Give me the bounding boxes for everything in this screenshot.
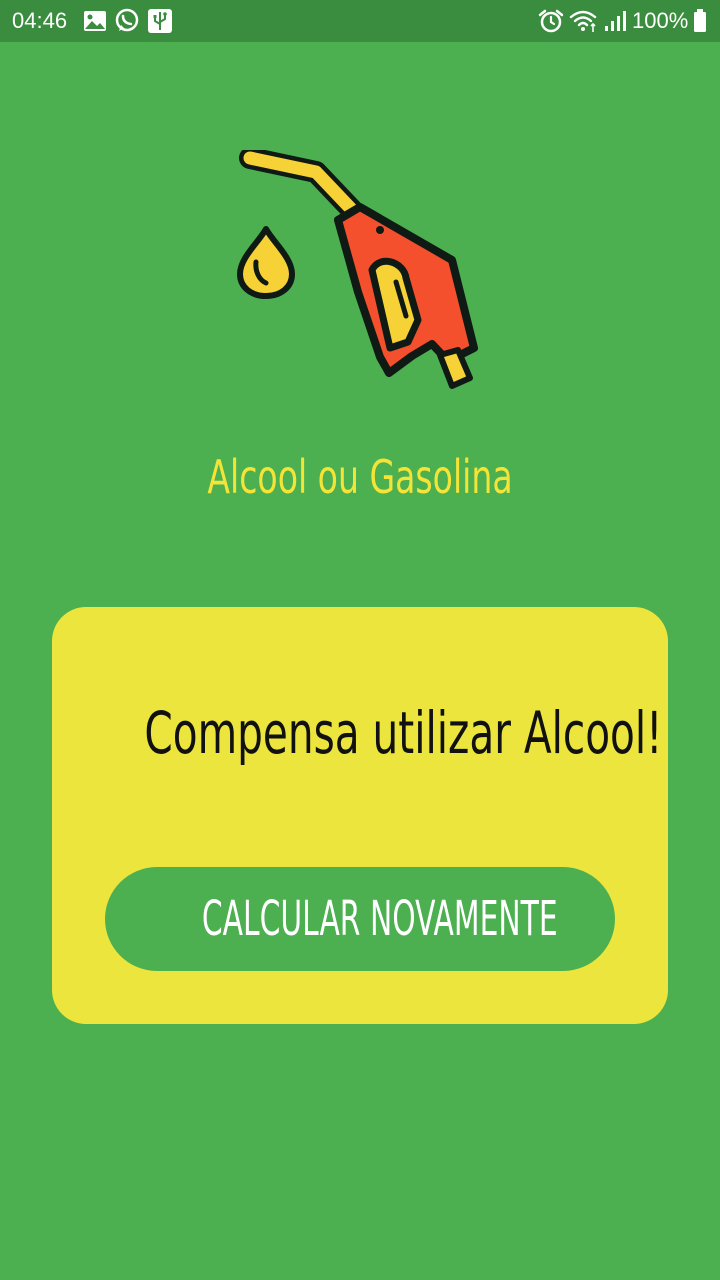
result-card: Compensa utilizar Alcool! CALCULAR NOVAM… <box>52 607 668 1024</box>
usb-icon <box>148 9 172 33</box>
recalculate-button[interactable]: CALCULAR NOVAMENTE <box>105 867 615 971</box>
signal-icon <box>605 11 626 31</box>
wifi-icon <box>569 10 597 32</box>
alarm-icon <box>538 9 564 33</box>
battery-percent: 100% <box>632 8 689 33</box>
whatsapp-icon <box>115 8 139 32</box>
recalculate-button-label: CALCULAR NOVAMENTE <box>201 891 558 947</box>
image-icon <box>84 11 106 31</box>
app-title: Alcool ou Gasolina <box>207 450 513 504</box>
result-message: Compensa utilizar Alcool! <box>144 699 663 767</box>
fuel-pump-nozzle-icon <box>237 150 478 389</box>
status-bar: 04:46 100% <box>0 0 720 42</box>
status-time: 04:46 <box>12 8 68 33</box>
battery-icon <box>694 9 706 32</box>
